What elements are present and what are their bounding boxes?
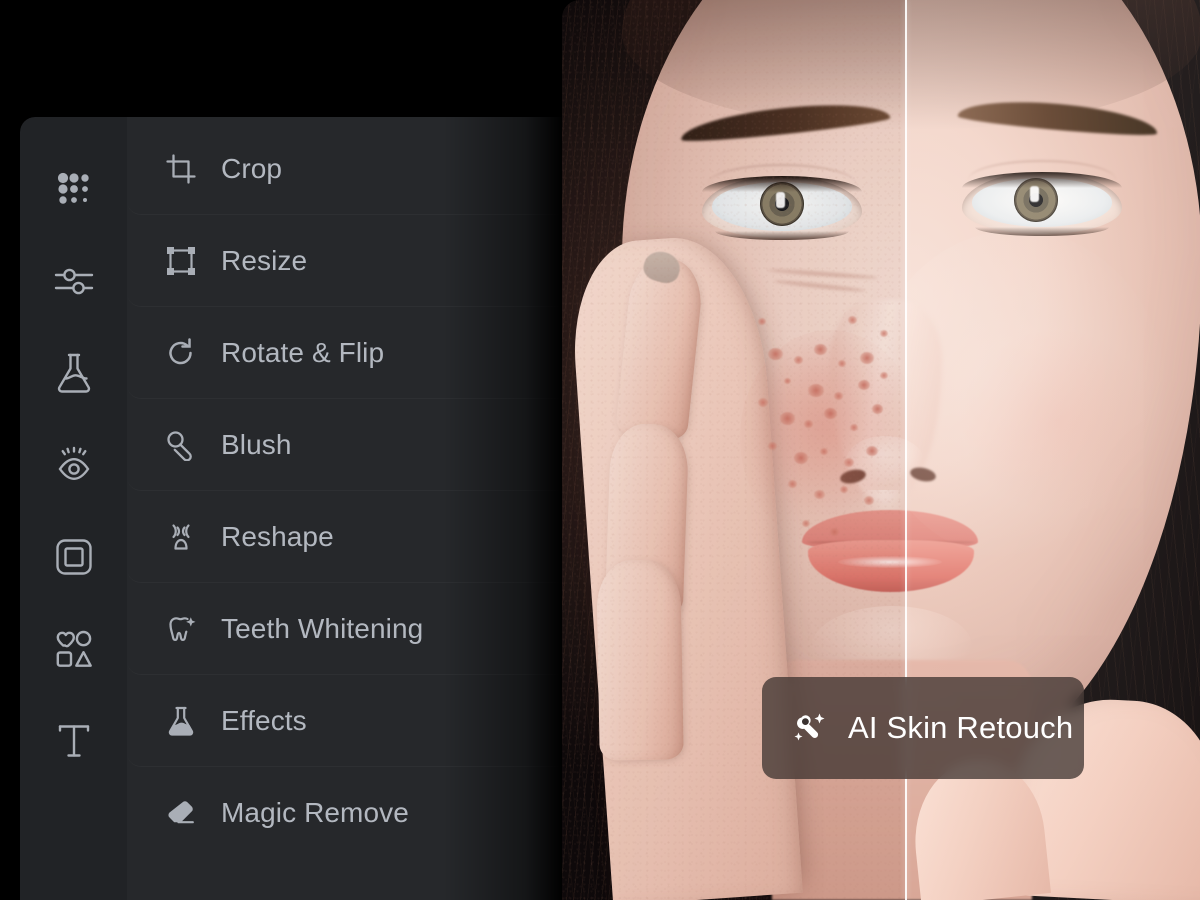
rotate-icon [165,337,197,369]
eye-retouch-icon [51,443,97,487]
blush-icon [165,429,197,461]
menu-item-label: Reshape [221,520,334,552]
sidebar-item-adjust[interactable] [20,235,127,327]
sidebar-item-text[interactable] [20,695,127,787]
menu-item-label: Teeth Whitening [221,612,424,644]
sidebar-item-frames[interactable] [20,511,127,603]
menu-item-effects[interactable]: Effects [127,675,563,767]
text-icon [52,718,96,764]
sliders-icon [51,258,97,304]
ai-skin-retouch-label: AI Skin Retouch [848,710,1074,745]
photo-canvas[interactable]: AI Skin Retouch [562,0,1200,900]
menu-item-rotate-flip[interactable]: Rotate & Flip [127,307,563,399]
menu-item-label: Resize [221,244,308,276]
menu-item-label: Rotate & Flip [221,336,385,368]
cheek-right [962,330,1152,510]
sidebar-item-basic-tools[interactable] [20,143,127,235]
ai-skin-retouch-badge[interactable]: AI Skin Retouch [762,677,1084,779]
dots-grid-icon [52,167,96,211]
editor-sidebar: Crop Resize Rotate & Flip Blush Reshape … [20,117,563,900]
flask-icon [165,705,197,737]
menu-item-resize[interactable]: Resize [127,215,563,307]
tool-rail [20,117,127,900]
eye-right [962,160,1122,236]
menu-item-magic-remove[interactable]: Magic Remove [127,767,563,859]
frame-icon [52,535,96,579]
shapes-icon [51,627,97,671]
tooth-sparkle-icon [165,613,197,645]
eraser-icon [165,797,197,829]
menu-item-reshape[interactable]: Reshape [127,491,563,583]
menu-item-label: Magic Remove [221,797,409,828]
reshape-icon [165,521,197,553]
sidebar-item-retouch[interactable] [20,419,127,511]
sidebar-item-elements[interactable] [20,603,127,695]
flask-icon [52,350,96,396]
menu-item-teeth-whitening[interactable]: Teeth Whitening [127,583,563,675]
menu-item-label: Crop [221,152,283,184]
tool-menu: Crop Resize Rotate & Flip Blush Reshape … [127,117,563,900]
menu-item-label: Effects [221,704,307,736]
menu-item-crop[interactable]: Crop [127,123,563,215]
menu-item-blush[interactable]: Blush [127,399,563,491]
magic-wand-sparkle-icon [788,705,830,752]
menu-item-label: Blush [221,428,292,460]
crop-icon [165,153,197,185]
sidebar-item-effects[interactable] [20,327,127,419]
resize-icon [165,245,197,277]
